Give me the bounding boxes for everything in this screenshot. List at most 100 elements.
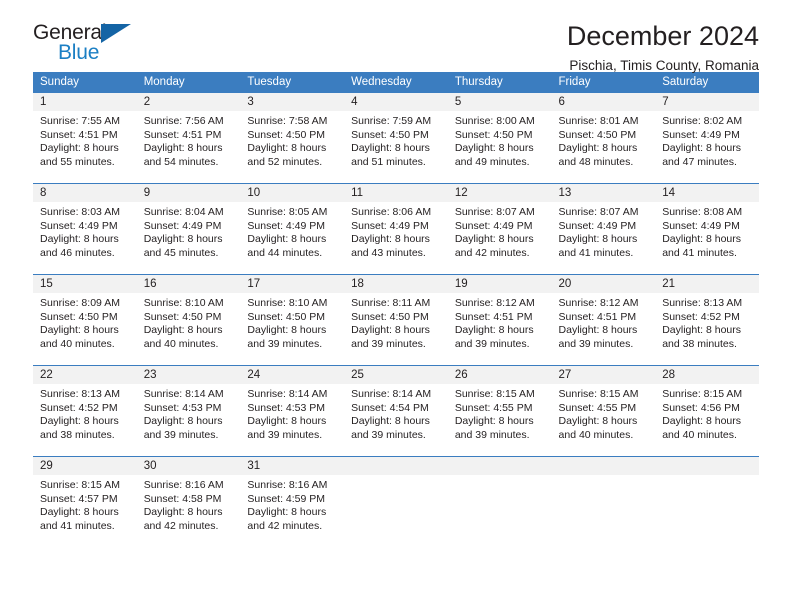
day-cell[interactable]: 12 Sunrise: 8:07 AM Sunset: 4:49 PM Dayligh…: [447, 183, 552, 275]
general-blue-logo[interactable]: General Blue: [33, 22, 153, 70]
day-number: 16: [136, 275, 241, 293]
day-cell[interactable]: 16 Sunrise: 8:10 AM Sunset: 4:50 PM Dayligh…: [136, 274, 241, 366]
sunrise-text: Sunrise: 8:11 AM: [351, 297, 431, 309]
sunrise-text: Sunrise: 8:00 AM: [454, 115, 535, 127]
weekday-header-sunday: Sunday: [33, 72, 137, 93]
day-cell[interactable]: 17 Sunrise: 8:10 AM Sunset: 4:50 PM Dayligh…: [240, 274, 345, 366]
sunset-text: Sunset: 4:59 PM: [247, 492, 326, 505]
week-row: 8 Sunrise: 8:03 AM Sunset: 4:49 PM Daylight…: [33, 183, 759, 275]
day-number: 5: [447, 93, 552, 111]
logo-triangle-icon: [101, 24, 131, 43]
day-cell[interactable]: 19 Sunrise: 8:12 AM Sunset: 4:51 PM Dayligh…: [447, 274, 552, 366]
daylight-text-line1: Daylight: 8 hours: [662, 233, 742, 246]
day-cell[interactable]: 4 Sunrise: 7:59 AM Sunset: 4:50 PM Daylight…: [344, 93, 448, 184]
sunrise-text: Sunrise: 8:04 AM: [143, 206, 224, 218]
daylight-text-line2: and 52 minutes.: [247, 155, 323, 168]
sunrise-text: Sunrise: 8:12 AM: [558, 297, 639, 309]
daylight-text-line2: and 42 minutes.: [247, 519, 323, 532]
day-number: 29: [33, 457, 137, 475]
sunset-text: Sunset: 4:49 PM: [40, 219, 118, 232]
day-cell[interactable]: 6 Sunrise: 8:01 AM Sunset: 4:50 PM Daylight…: [551, 93, 656, 184]
logo-text-blue: Blue: [58, 41, 100, 64]
sunset-text: Sunset: 4:56 PM: [662, 401, 740, 414]
day-cell[interactable]: 7 Sunrise: 8:02 AM Sunset: 4:49 PM Daylight…: [655, 93, 759, 184]
day-cell[interactable]: 8 Sunrise: 8:03 AM Sunset: 4:49 PM Daylight…: [33, 183, 137, 275]
daylight-text-line1: Daylight: 8 hours: [40, 506, 119, 519]
day-details: Sunrise: 7:56 AM Sunset: 4:51 PM Daylight:…: [137, 111, 241, 169]
daylight-text-line2: and 41 minutes.: [662, 246, 737, 259]
sunrise-text: Sunrise: 8:08 AM: [662, 206, 743, 218]
daylight-text-line2: and 39 minutes.: [558, 337, 634, 350]
day-details: Sunrise: 8:11 AM Sunset: 4:50 PM Daylight:…: [344, 293, 448, 351]
day-number: 9: [136, 184, 241, 202]
day-details: Sunrise: 8:07 AM Sunset: 4:49 PM Daylight:…: [552, 202, 656, 260]
daylight-text-line1: Daylight: 8 hours: [558, 233, 638, 246]
daylight-text-line1: Daylight: 8 hours: [143, 142, 223, 155]
day-cell-empty: [344, 456, 448, 547]
daylight-text-line2: and 51 minutes.: [351, 155, 426, 168]
day-number: 18: [344, 275, 448, 293]
day-cell[interactable]: 23 Sunrise: 8:14 AM Sunset: 4:53 PM Dayligh…: [136, 365, 241, 457]
day-cell[interactable]: 28 Sunrise: 8:15 AM Sunset: 4:56 PM Dayligh…: [655, 365, 759, 457]
day-cell[interactable]: 27 Sunrise: 8:15 AM Sunset: 4:55 PM Dayligh…: [551, 365, 656, 457]
day-number: 17: [240, 275, 345, 293]
day-cell[interactable]: 20 Sunrise: 8:12 AM Sunset: 4:51 PM Dayligh…: [551, 274, 656, 366]
day-cell[interactable]: 31 Sunrise: 8:16 AM Sunset: 4:59 PM Dayligh…: [240, 456, 345, 547]
sunset-text: Sunset: 4:55 PM: [454, 401, 533, 414]
daylight-text-line1: Daylight: 8 hours: [143, 506, 223, 519]
day-number: 20: [551, 275, 656, 293]
day-cell[interactable]: 30 Sunrise: 8:16 AM Sunset: 4:58 PM Dayligh…: [136, 456, 241, 547]
day-details: Sunrise: 8:15 AM Sunset: 4:56 PM Daylight:…: [655, 384, 759, 442]
sunset-text: Sunset: 4:49 PM: [351, 219, 429, 232]
day-number: 1: [33, 93, 137, 111]
sunrise-text: Sunrise: 7:55 AM: [40, 115, 120, 127]
day-cell[interactable]: 2 Sunrise: 7:56 AM Sunset: 4:51 PM Daylight…: [136, 93, 241, 184]
day-cell[interactable]: 1 Sunrise: 7:55 AM Sunset: 4:51 PM Daylight…: [33, 93, 137, 184]
day-number: 30: [136, 457, 241, 475]
sunset-text: Sunset: 4:53 PM: [247, 401, 326, 414]
sunset-text: Sunset: 4:51 PM: [454, 310, 533, 323]
day-cell[interactable]: 21 Sunrise: 8:13 AM Sunset: 4:52 PM Dayligh…: [655, 274, 759, 366]
sunset-text: Sunset: 4:51 PM: [40, 128, 118, 141]
day-number: 11: [344, 184, 448, 202]
day-cell[interactable]: 15 Sunrise: 8:09 AM Sunset: 4:50 PM Dayligh…: [33, 274, 137, 366]
day-cell[interactable]: 24 Sunrise: 8:14 AM Sunset: 4:53 PM Dayligh…: [240, 365, 345, 457]
sunrise-text: Sunrise: 8:13 AM: [40, 388, 120, 400]
daylight-text-line2: and 39 minutes.: [351, 428, 426, 441]
sunrise-text: Sunrise: 8:07 AM: [558, 206, 639, 218]
day-number: 13: [551, 184, 656, 202]
daylight-text-line1: Daylight: 8 hours: [454, 233, 534, 246]
daylight-text-line1: Daylight: 8 hours: [558, 142, 638, 155]
sunrise-text: Sunrise: 8:05 AM: [247, 206, 328, 218]
day-cell[interactable]: 25 Sunrise: 8:14 AM Sunset: 4:54 PM Dayligh…: [344, 365, 448, 457]
day-cell[interactable]: 10 Sunrise: 8:05 AM Sunset: 4:49 PM Dayligh…: [240, 183, 345, 275]
week-row: 15 Sunrise: 8:09 AM Sunset: 4:50 PM Dayligh…: [33, 274, 759, 366]
day-details: Sunrise: 7:58 AM Sunset: 4:50 PM Daylight:…: [240, 111, 344, 169]
day-cell[interactable]: 9 Sunrise: 8:04 AM Sunset: 4:49 PM Daylight…: [136, 183, 241, 275]
calendar-table: Sunday Monday Tuesday Wednesday Thursday…: [33, 72, 759, 547]
day-cell[interactable]: 22 Sunrise: 8:13 AM Sunset: 4:52 PM Dayligh…: [33, 365, 137, 457]
daylight-text-line2: and 39 minutes.: [247, 428, 323, 441]
day-cell[interactable]: 5 Sunrise: 8:00 AM Sunset: 4:50 PM Daylight…: [447, 93, 552, 184]
daylight-text-line2: and 55 minutes.: [40, 155, 115, 168]
day-cell[interactable]: 18 Sunrise: 8:11 AM Sunset: 4:50 PM Dayligh…: [344, 274, 448, 366]
sunrise-text: Sunrise: 8:03 AM: [40, 206, 120, 218]
sunrise-text: Sunrise: 7:56 AM: [143, 115, 224, 127]
day-number: 7: [655, 93, 759, 111]
daylight-text-line2: and 44 minutes.: [247, 246, 323, 259]
day-cell[interactable]: 3 Sunrise: 7:58 AM Sunset: 4:50 PM Daylight…: [240, 93, 345, 184]
day-number: 15: [33, 275, 137, 293]
day-cell[interactable]: 14 Sunrise: 8:08 AM Sunset: 4:49 PM Dayligh…: [655, 183, 759, 275]
page-title: December 2024: [566, 21, 759, 51]
day-cell[interactable]: 13 Sunrise: 8:07 AM Sunset: 4:49 PM Dayligh…: [551, 183, 656, 275]
day-number: 26: [447, 366, 552, 384]
day-number: [551, 457, 656, 475]
day-details: Sunrise: 8:15 AM Sunset: 4:55 PM Daylight:…: [552, 384, 656, 442]
daylight-text-line1: Daylight: 8 hours: [247, 142, 327, 155]
daylight-text-line2: and 39 minutes.: [454, 428, 530, 441]
week-row: 1 Sunrise: 7:55 AM Sunset: 4:51 PM Daylight…: [33, 93, 759, 184]
daylight-text-line1: Daylight: 8 hours: [40, 324, 119, 337]
day-cell[interactable]: 29 Sunrise: 8:15 AM Sunset: 4:57 PM Dayligh…: [33, 456, 137, 547]
day-cell[interactable]: 11 Sunrise: 8:06 AM Sunset: 4:49 PM Dayligh…: [344, 183, 448, 275]
day-cell[interactable]: 26 Sunrise: 8:15 AM Sunset: 4:55 PM Dayligh…: [447, 365, 552, 457]
